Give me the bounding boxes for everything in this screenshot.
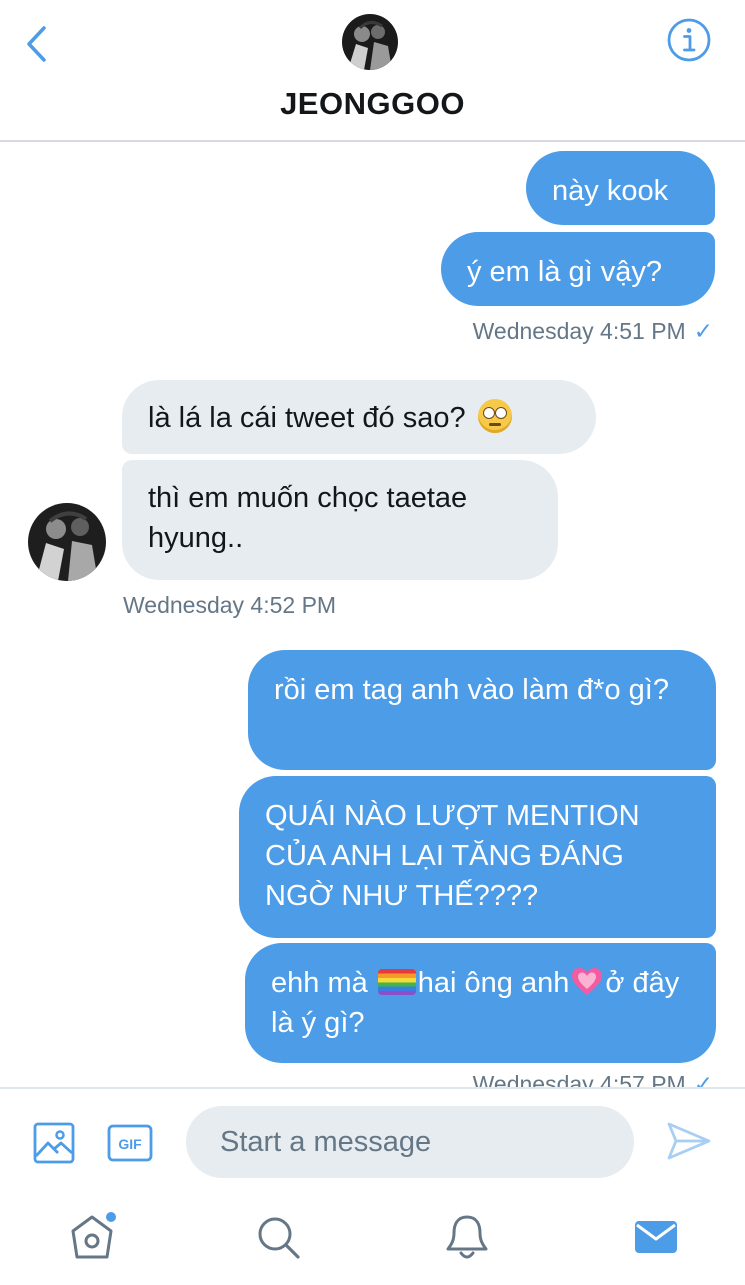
mail-icon: [635, 1221, 677, 1253]
avatar[interactable]: [342, 14, 398, 70]
message-bubble[interactable]: này kook: [526, 151, 715, 225]
rainbow-flag-icon: [377, 969, 416, 995]
bell-icon: [446, 1215, 488, 1259]
info-button[interactable]: [666, 17, 712, 63]
back-button[interactable]: [18, 22, 54, 66]
svg-text:GIF: GIF: [118, 1136, 142, 1152]
message-text: này kook: [552, 175, 669, 207]
message-bubble[interactable]: là lá la cái tweet đó sao?: [122, 380, 596, 454]
message-timestamp: Wednesday 4:52 PM: [123, 592, 337, 618]
tab-home[interactable]: [62, 1209, 122, 1265]
message-bubble[interactable]: rồi em tag anh vào làm đ*o gì?: [248, 650, 716, 770]
message-bubble[interactable]: ý em là gì vậy?: [441, 232, 715, 306]
message-text: ý em là gì vậy?: [467, 256, 663, 288]
conversation-title: JEONGGOO: [280, 86, 465, 121]
image-icon: [33, 1122, 75, 1164]
message-timestamp: Wednesday 4:57 PM ✓: [473, 1071, 713, 1087]
message-text: là lá la cái tweet đó sao?: [148, 402, 466, 434]
message-bubble[interactable]: QUÁI NÀO LƯỢT MENTION CỦA ANH LẠI TĂNG Đ…: [239, 776, 716, 938]
message-text: hai ông anh: [417, 967, 570, 999]
message-thread[interactable]: này kook ý em là gì vậy? Wednesday 4:51 …: [0, 142, 745, 1087]
rolling-eyes-emoji-icon: [477, 399, 512, 433]
message-bubble[interactable]: ehh mà hai ông anh ở đây là ý gì?: [245, 943, 716, 1063]
conversation-header: JEONGGOO: [0, 0, 745, 142]
send-icon: [667, 1122, 711, 1160]
message-input[interactable]: Start a message: [186, 1106, 634, 1178]
home-icon: [71, 1212, 116, 1259]
message-bubble[interactable]: thì em muốn chọc taetae hyung..: [122, 460, 558, 580]
image-button[interactable]: [33, 1122, 75, 1169]
tab-search[interactable]: [248, 1209, 308, 1265]
chevron-left-icon: [27, 26, 46, 62]
tab-messages[interactable]: [626, 1209, 686, 1265]
read-check-icon: ✓: [693, 1071, 713, 1087]
message-timestamp: Wednesday 4:51 PM ✓: [472, 318, 713, 344]
search-icon: [258, 1217, 300, 1259]
message-text: QUÁI NÀO LƯỢT MENTION CỦA ANH LẠI TĂNG Đ…: [265, 800, 640, 912]
message-composer: GIF Start a message: [0, 1087, 745, 1197]
info-icon: [667, 18, 711, 62]
read-check-icon: ✓: [693, 318, 713, 344]
gif-button[interactable]: GIF: [107, 1124, 153, 1167]
message-text: rồi em tag anh vào làm đ*o gì?: [274, 674, 669, 706]
gif-icon: GIF: [107, 1124, 153, 1162]
message-text: ehh mà: [271, 967, 368, 999]
sender-avatar[interactable]: [28, 503, 106, 581]
bottom-tab-bar: [0, 1195, 745, 1285]
message-text: thì em muốn chọc taetae hyung..: [148, 482, 468, 554]
heart-icon: [572, 968, 603, 995]
send-button[interactable]: [666, 1121, 712, 1166]
tab-notifications[interactable]: [437, 1209, 497, 1265]
